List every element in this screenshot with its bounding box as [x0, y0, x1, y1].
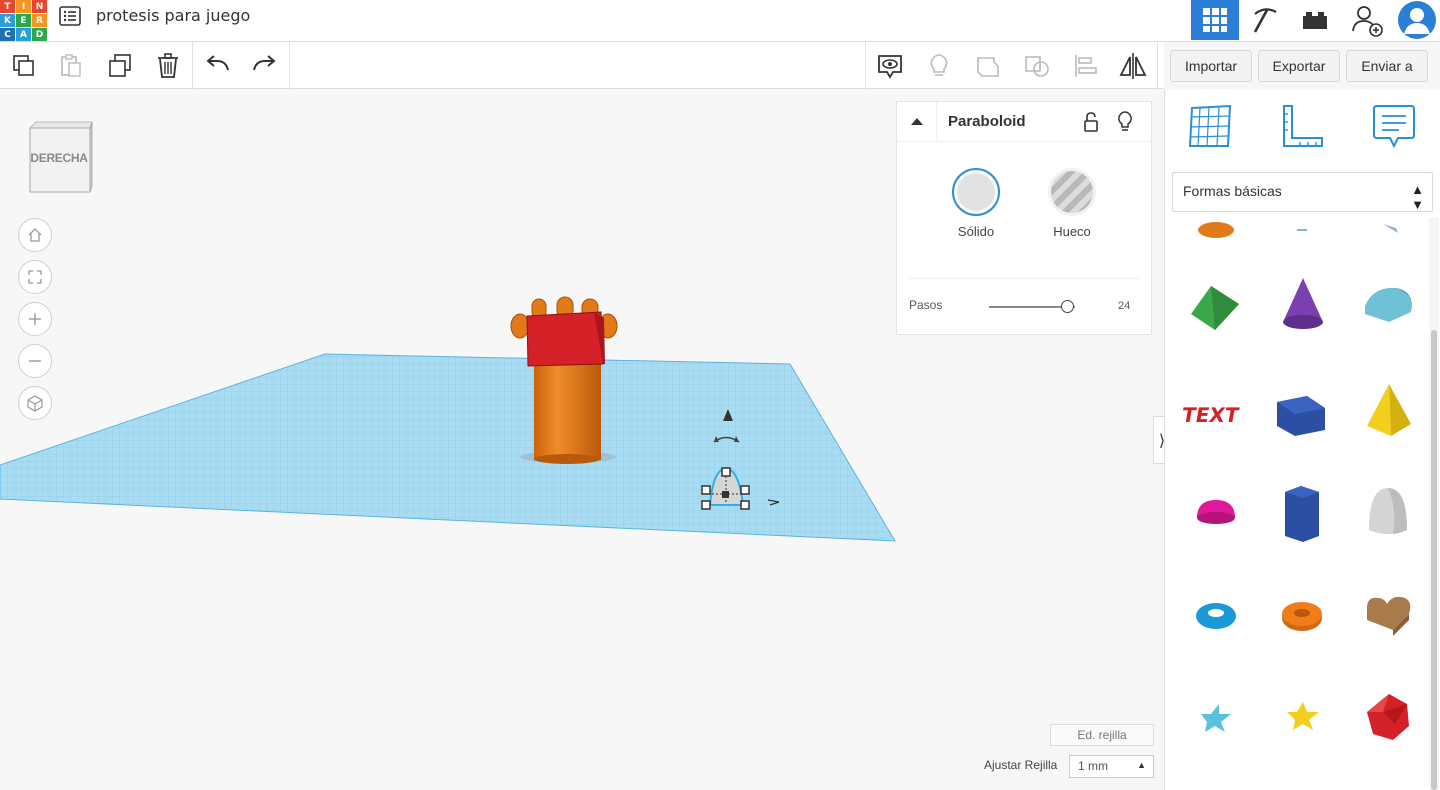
export-button[interactable]: Exportar [1258, 50, 1340, 82]
cylinder-shape[interactable] [1181, 218, 1251, 248]
group-icon[interactable] [972, 50, 1004, 82]
delete-icon[interactable] [152, 50, 184, 82]
svg-text:TEXT: TEXT [1181, 403, 1241, 427]
icosahedron-shape[interactable] [1353, 684, 1423, 754]
paraboloid-shape[interactable] [1353, 478, 1423, 548]
steps-label: Pasos [909, 298, 943, 312]
project-title[interactable]: protesis para juego [96, 6, 250, 25]
toolbar-divider [192, 42, 193, 89]
snap-grid-value: 1 mm [1078, 759, 1108, 773]
inspector-shape-name: Paraboloid [948, 113, 1026, 130]
paste-icon[interactable] [55, 50, 87, 82]
pyramid-shape[interactable] [1353, 376, 1423, 446]
toolbar-divider [865, 42, 866, 89]
heart-shape[interactable] [1353, 580, 1423, 650]
tinkercad-logo[interactable]: T I N K E R C A D [0, 0, 47, 41]
resize-handle[interactable] [701, 485, 711, 495]
caret-up-icon: ▲ [1137, 760, 1146, 770]
light-icon[interactable] [1117, 111, 1133, 137]
home-view-icon[interactable] [18, 218, 52, 252]
sphere-shape[interactable] [1267, 218, 1337, 248]
round-roof-shape[interactable] [1353, 268, 1423, 338]
redo-icon[interactable] [248, 50, 280, 82]
logo-letter: K [0, 14, 15, 27]
ungroup-icon[interactable] [1021, 50, 1053, 82]
bricks-icon[interactable] [1291, 0, 1339, 40]
toolbar-divider [1157, 42, 1158, 89]
fit-view-icon[interactable] [18, 260, 52, 294]
align-icon[interactable] [1070, 50, 1102, 82]
star-shape[interactable] [1181, 684, 1251, 754]
workplane-grid-icon[interactable] [1186, 102, 1236, 152]
star-gold-shape[interactable] [1267, 684, 1337, 754]
cone-shape[interactable] [1267, 268, 1337, 338]
resize-handle[interactable] [740, 500, 750, 510]
resize-handle[interactable] [740, 485, 750, 495]
lightbulb-icon[interactable] [923, 50, 955, 82]
edit-toolbar: Importar Exportar Enviar a [0, 42, 1428, 89]
select-caret-icon: ▲ ▼ [1411, 182, 1424, 212]
shapes-sidebar: Formas básicas ▲ ▼ TEXT [1164, 90, 1440, 790]
solid-color-button[interactable] [952, 168, 1000, 216]
shape-category-select[interactable]: Formas básicas ▲ ▼ [1172, 172, 1433, 212]
text-shape[interactable]: TEXT [1181, 376, 1251, 446]
scribble-shape[interactable] [1353, 218, 1423, 248]
edit-grid-button[interactable]: Ed. rejilla [1050, 724, 1154, 746]
lock-icon[interactable] [1083, 112, 1099, 136]
add-user-icon[interactable] [1343, 0, 1391, 40]
resize-handle[interactable] [721, 467, 731, 477]
zoom-in-icon[interactable] [18, 302, 52, 336]
undo-icon[interactable] [202, 50, 234, 82]
torus-shape[interactable] [1181, 580, 1251, 650]
snap-grid-select[interactable]: 1 mm ▲ [1069, 755, 1154, 778]
resize-handle[interactable] [701, 500, 711, 510]
box-shape[interactable] [1267, 376, 1337, 446]
roof-shape[interactable] [1181, 268, 1251, 338]
tube-shape[interactable] [1267, 580, 1337, 650]
logo-letter: A [16, 28, 31, 41]
note-view-icon[interactable] [874, 50, 906, 82]
import-button[interactable]: Importar [1170, 50, 1252, 82]
menu-list-icon[interactable] [58, 5, 82, 27]
notes-icon[interactable] [1369, 102, 1419, 152]
mirror-icon[interactable] [1117, 50, 1149, 82]
hole-button[interactable] [1048, 168, 1096, 216]
solid-label: Sólido [957, 224, 995, 239]
perspective-cube-icon[interactable] [18, 386, 52, 420]
zoom-out-icon[interactable] [18, 344, 52, 378]
inspector-divider [909, 278, 1139, 279]
ruler-icon[interactable] [1278, 102, 1328, 152]
send-to-button[interactable]: Enviar a [1346, 50, 1428, 82]
logo-letter: N [32, 0, 47, 13]
duplicate-icon[interactable] [104, 50, 136, 82]
collapse-icon[interactable] [897, 102, 937, 142]
snap-grid-label: Ajustar Rejilla [984, 758, 1058, 772]
tinkercad-editor: T I N K E R C A D protesis para juego Im… [0, 0, 1440, 790]
logo-letter: C [0, 28, 15, 41]
steps-slider-thumb[interactable] [1061, 300, 1075, 313]
grid-view-icon[interactable] [1191, 0, 1239, 40]
toolbar-divider [289, 42, 290, 89]
steps-value[interactable]: 24 [1118, 300, 1130, 312]
polygon-shape[interactable] [1267, 478, 1337, 548]
sidebar-scrollbar-thumb[interactable] [1431, 330, 1437, 790]
logo-letter: T [0, 0, 15, 13]
copy-icon[interactable] [8, 50, 40, 82]
inspector-header: Paraboloid [897, 102, 1151, 142]
shape-category-value: Formas básicas [1183, 183, 1282, 199]
logo-letter: I [16, 0, 31, 13]
hole-label: Hueco [1053, 224, 1091, 239]
view-cube-face-label: DERECHA [30, 151, 88, 165]
shape-inspector: Paraboloid Sólido Hueco Pasos 24 [896, 101, 1152, 335]
pickaxe-icon[interactable] [1241, 0, 1289, 40]
shape-gallery: TEXT [1165, 218, 1429, 790]
logo-letter: D [32, 28, 47, 41]
logo-letter: E [16, 14, 31, 27]
top-header: T I N K E R C A D protesis para juego [0, 0, 1440, 42]
view-cube[interactable]: DERECHA [28, 120, 94, 196]
logo-letter: R [32, 14, 47, 27]
avatar-icon[interactable] [1393, 0, 1440, 40]
half-sphere-shape[interactable] [1181, 478, 1251, 548]
